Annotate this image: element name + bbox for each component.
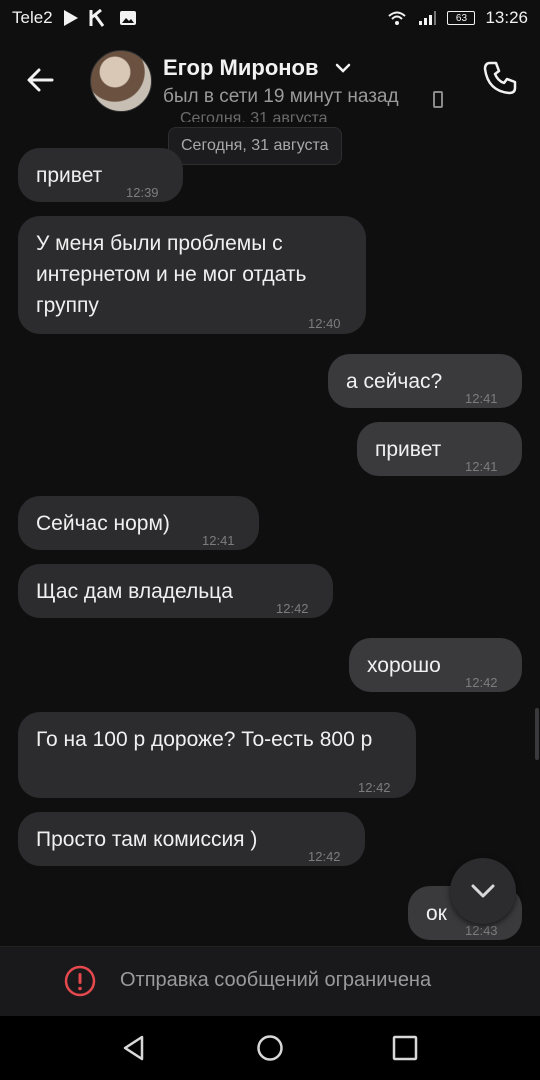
clock: 13:26 <box>485 8 528 27</box>
message-text: ок <box>426 902 447 925</box>
restricted-message: Отправка сообщений ограничена <box>120 969 432 991</box>
message-bubble[interactable]: привет 12:39 <box>18 148 183 202</box>
signal-icon <box>419 11 437 25</box>
chevron-down-icon <box>471 884 495 898</box>
message-time: 12:42 <box>465 675 498 690</box>
play-icon <box>63 10 78 26</box>
message-text: привет <box>36 164 103 187</box>
carrier-label: Tele2 <box>12 8 53 27</box>
wifi-icon <box>388 11 407 25</box>
message-bubble[interactable]: Щас дам владельца 12:42 <box>18 564 333 618</box>
message-bubble[interactable]: Сейчас норм) 12:41 <box>18 496 259 550</box>
message-bubble[interactable]: У меня были проблемы с интернетом и не м… <box>18 216 366 334</box>
last-seen-status: был в сети 19 минут назад <box>163 86 399 107</box>
system-nav-bar <box>0 1016 540 1080</box>
mobile-device-icon <box>433 91 443 108</box>
scrollbar[interactable] <box>535 708 539 760</box>
date-separator: Сегодня, 31 августа <box>168 127 342 165</box>
contact-name[interactable]: Егор Миронов <box>163 55 319 81</box>
message-time: 12:42 <box>276 601 309 616</box>
date-separator-ghost: Сегодня, 31 августа <box>180 110 328 122</box>
home-circle-icon[interactable] <box>256 1034 284 1062</box>
composer-restricted: Отправка сообщений ограничена <box>0 946 540 1017</box>
avatar[interactable] <box>90 50 152 112</box>
message-time: 12:41 <box>202 533 235 548</box>
message-bubble[interactable]: а сейчас? 12:41 <box>328 354 522 408</box>
status-bar: Tele2 63 13:26 <box>0 0 540 36</box>
message-text: Щас дам владельца <box>36 580 233 603</box>
message-text: привет <box>375 438 442 461</box>
message-text: а сейчас? <box>346 370 443 393</box>
back-arrow-icon[interactable] <box>22 62 58 98</box>
image-icon <box>119 11 136 25</box>
message-bubble[interactable]: Просто там комиссия ) 12:42 <box>18 812 365 866</box>
recents-square-icon[interactable] <box>392 1035 418 1061</box>
message-text: Сейчас норм) <box>36 512 170 535</box>
message-time: 12:41 <box>465 459 498 474</box>
message-time: 12:42 <box>308 849 341 864</box>
message-time: 12:40 <box>308 316 341 331</box>
message-text: У меня были проблемы с интернетом и не м… <box>36 232 307 317</box>
scroll-to-bottom-button[interactable] <box>450 858 516 924</box>
back-triangle-icon[interactable] <box>120 1034 148 1062</box>
phone-call-icon[interactable] <box>480 58 520 98</box>
k-logo-icon <box>89 9 104 27</box>
chevron-down-icon[interactable] <box>334 61 352 75</box>
message-text: хорошо <box>367 654 441 677</box>
message-time: 12:41 <box>465 391 498 406</box>
message-bubble[interactable]: привет 12:41 <box>357 422 522 476</box>
warning-icon <box>64 965 96 997</box>
message-bubble[interactable]: хорошо 12:42 <box>349 638 522 692</box>
message-bubble[interactable]: Го на 100 р дороже? То-есть 800 р 12:42 <box>18 712 416 798</box>
message-time: 12:42 <box>358 780 391 795</box>
message-text: Го на 100 р дороже? То-есть 800 р <box>36 728 373 751</box>
message-text: Просто там комиссия ) <box>36 828 258 851</box>
battery-icon: 63 <box>447 11 476 25</box>
message-time: 12:39 <box>126 185 159 200</box>
